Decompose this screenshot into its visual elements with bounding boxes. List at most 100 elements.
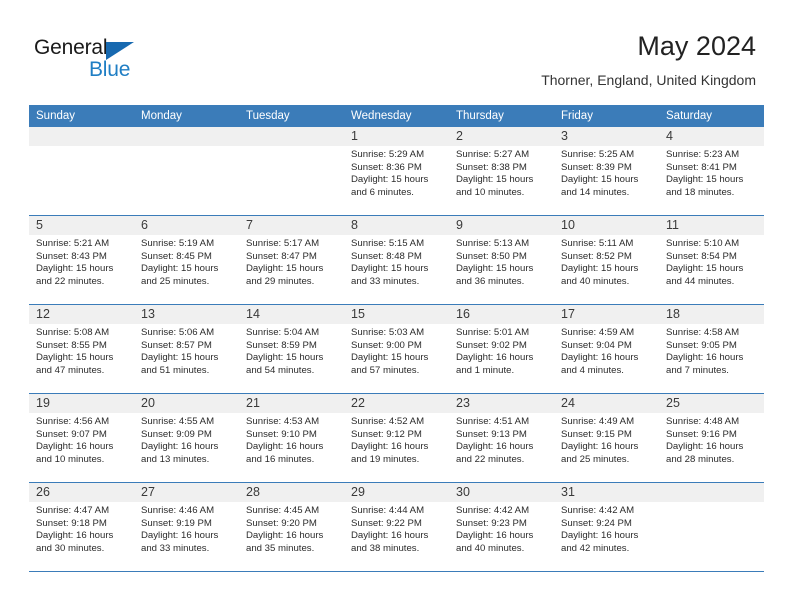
day-info: Sunrise: 5:03 AM Sunset: 9:00 PM Daylight:…	[344, 324, 449, 383]
sunrise-text: Sunrise: 4:51 AM	[456, 416, 530, 427]
day-number: 18	[666, 307, 680, 321]
calendar-day-cell[interactable]: 14 Sunrise: 5:04 AM Sunset: 8:59 PM Dayligh…	[239, 305, 344, 393]
calendar-day-cell[interactable]: 20 Sunrise: 4:55 AM Sunset: 9:09 PM Dayligh…	[134, 394, 239, 482]
calendar-day-cell[interactable]: 23 Sunrise: 4:51 AM Sunset: 9:13 PM Dayligh…	[449, 394, 554, 482]
day-number: 4	[666, 129, 673, 143]
day-info: Sunrise: 4:58 AM Sunset: 9:05 PM Daylight:…	[659, 324, 764, 383]
day-number-band: 27	[134, 483, 239, 502]
daylight-text: Daylight: 16 hours and 10 minutes.	[36, 441, 114, 465]
day-number: 7	[246, 218, 253, 232]
day-number-band	[29, 127, 134, 146]
calendar-day-cell[interactable]: 16 Sunrise: 5:01 AM Sunset: 9:02 PM Dayligh…	[449, 305, 554, 393]
calendar-day-cell[interactable]: 8 Sunrise: 5:15 AM Sunset: 8:48 PM Daylight…	[344, 216, 449, 304]
daylight-text: Daylight: 16 hours and 1 minute.	[456, 352, 534, 376]
sunrise-text: Sunrise: 5:13 AM	[456, 238, 530, 249]
day-number: 29	[351, 485, 365, 499]
calendar-day-cell[interactable]: 7 Sunrise: 5:17 AM Sunset: 8:47 PM Daylight…	[239, 216, 344, 304]
daylight-text: Daylight: 16 hours and 13 minutes.	[141, 441, 219, 465]
sunrise-text: Sunrise: 5:10 AM	[666, 238, 740, 249]
daylight-text: Daylight: 16 hours and 4 minutes.	[561, 352, 639, 376]
day-info: Sunrise: 5:27 AM Sunset: 8:38 PM Daylight:…	[449, 146, 554, 205]
calendar-day-cell[interactable]: 15 Sunrise: 5:03 AM Sunset: 9:00 PM Dayligh…	[344, 305, 449, 393]
sunrise-text: Sunrise: 5:11 AM	[561, 238, 634, 249]
calendar-day-cell[interactable]: 28 Sunrise: 4:45 AM Sunset: 9:20 PM Dayligh…	[239, 483, 344, 571]
sunrise-text: Sunrise: 5:08 AM	[36, 327, 110, 338]
day-info: Sunrise: 5:21 AM Sunset: 8:43 PM Daylight:…	[29, 235, 134, 294]
calendar-day-cell[interactable]: 1 Sunrise: 5:29 AM Sunset: 8:36 PM Daylight…	[344, 127, 449, 215]
calendar-day-cell[interactable]: 10 Sunrise: 5:11 AM Sunset: 8:52 PM Dayligh…	[554, 216, 659, 304]
day-number-band: 6	[134, 216, 239, 235]
day-number-band: 23	[449, 394, 554, 413]
calendar-day-cell-empty	[659, 483, 764, 571]
calendar-day-cell[interactable]: 9 Sunrise: 5:13 AM Sunset: 8:50 PM Daylight…	[449, 216, 554, 304]
day-info: Sunrise: 4:55 AM Sunset: 9:09 PM Daylight:…	[134, 413, 239, 472]
daylight-text: Daylight: 15 hours and 6 minutes.	[351, 174, 429, 198]
sunrise-text: Sunrise: 5:06 AM	[141, 327, 215, 338]
calendar-day-cell[interactable]: 27 Sunrise: 4:46 AM Sunset: 9:19 PM Dayligh…	[134, 483, 239, 571]
day-number: 30	[456, 485, 470, 499]
page-title: May 2024	[637, 31, 756, 61]
day-number-band: 31	[554, 483, 659, 502]
day-number-band: 13	[134, 305, 239, 324]
sunset-text: Sunset: 9:23 PM	[456, 517, 527, 529]
calendar-day-cell[interactable]: 13 Sunrise: 5:06 AM Sunset: 8:57 PM Dayligh…	[134, 305, 239, 393]
calendar-day-cell[interactable]: 5 Sunrise: 5:21 AM Sunset: 8:43 PM Daylight…	[29, 216, 134, 304]
day-number-band: 26	[29, 483, 134, 502]
day-info: Sunrise: 5:19 AM Sunset: 8:45 PM Daylight:…	[134, 235, 239, 294]
day-number: 22	[351, 396, 365, 410]
sunrise-text: Sunrise: 4:58 AM	[666, 327, 740, 338]
page-subtitle: Thorner, England, United Kingdom	[541, 72, 756, 88]
sunrise-text: Sunrise: 5:21 AM	[36, 238, 110, 249]
calendar-day-cell[interactable]: 4 Sunrise: 5:23 AM Sunset: 8:41 PM Daylight…	[659, 127, 764, 215]
calendar-day-cell[interactable]: 18 Sunrise: 4:58 AM Sunset: 9:05 PM Dayligh…	[659, 305, 764, 393]
calendar-day-cell[interactable]: 19 Sunrise: 4:56 AM Sunset: 9:07 PM Dayligh…	[29, 394, 134, 482]
calendar-day-cell[interactable]: 24 Sunrise: 4:49 AM Sunset: 9:15 PM Dayligh…	[554, 394, 659, 482]
sunset-text: Sunset: 8:48 PM	[351, 250, 422, 262]
calendar-day-cell[interactable]: 30 Sunrise: 4:42 AM Sunset: 9:23 PM Dayligh…	[449, 483, 554, 571]
day-number-band	[659, 483, 764, 502]
calendar-day-cell-empty	[239, 127, 344, 215]
day-info: Sunrise: 5:17 AM Sunset: 8:47 PM Daylight:…	[239, 235, 344, 294]
calendar-day-cell[interactable]: 3 Sunrise: 5:25 AM Sunset: 8:39 PM Daylight…	[554, 127, 659, 215]
calendar-day-cell[interactable]: 2 Sunrise: 5:27 AM Sunset: 8:38 PM Daylight…	[449, 127, 554, 215]
calendar-day-cell[interactable]: 17 Sunrise: 4:59 AM Sunset: 9:04 PM Dayligh…	[554, 305, 659, 393]
day-number: 20	[141, 396, 155, 410]
sunset-text: Sunset: 9:12 PM	[351, 428, 422, 440]
title-block: May 2024 Thorner, England, United Kingdo…	[541, 30, 756, 90]
daylight-text: Daylight: 16 hours and 30 minutes.	[36, 530, 114, 554]
day-info: Sunrise: 5:23 AM Sunset: 8:41 PM Daylight:…	[659, 146, 764, 205]
day-number: 27	[141, 485, 155, 499]
calendar-day-cell[interactable]: 11 Sunrise: 5:10 AM Sunset: 8:54 PM Dayligh…	[659, 216, 764, 304]
calendar-day-cell[interactable]: 6 Sunrise: 5:19 AM Sunset: 8:45 PM Daylight…	[134, 216, 239, 304]
day-number-band: 3	[554, 127, 659, 146]
day-info: Sunrise: 5:01 AM Sunset: 9:02 PM Daylight:…	[449, 324, 554, 383]
calendar-day-cell[interactable]: 25 Sunrise: 4:48 AM Sunset: 9:16 PM Dayligh…	[659, 394, 764, 482]
day-number-band: 30	[449, 483, 554, 502]
sunrise-text: Sunrise: 4:42 AM	[561, 505, 635, 516]
daylight-text: Daylight: 15 hours and 33 minutes.	[351, 263, 429, 287]
calendar-day-cell[interactable]: 29 Sunrise: 4:44 AM Sunset: 9:22 PM Dayligh…	[344, 483, 449, 571]
sunrise-text: Sunrise: 5:27 AM	[456, 149, 530, 160]
day-number-band	[134, 127, 239, 146]
day-number-band	[239, 127, 344, 146]
day-number: 31	[561, 485, 575, 499]
day-number-band: 28	[239, 483, 344, 502]
calendar-day-cell[interactable]: 21 Sunrise: 4:53 AM Sunset: 9:10 PM Dayligh…	[239, 394, 344, 482]
page-header: General Blue May 2024 Thorner, England, …	[0, 0, 792, 100]
calendar-day-cell[interactable]: 31 Sunrise: 4:42 AM Sunset: 9:24 PM Dayligh…	[554, 483, 659, 571]
day-number-band: 19	[29, 394, 134, 413]
calendar-day-cell[interactable]: 26 Sunrise: 4:47 AM Sunset: 9:18 PM Dayligh…	[29, 483, 134, 571]
daylight-text: Daylight: 16 hours and 40 minutes.	[456, 530, 534, 554]
sunset-text: Sunset: 9:04 PM	[561, 339, 632, 351]
sunrise-text: Sunrise: 5:15 AM	[351, 238, 425, 249]
calendar-day-cell[interactable]: 22 Sunrise: 4:52 AM Sunset: 9:12 PM Dayligh…	[344, 394, 449, 482]
sunset-text: Sunset: 8:36 PM	[351, 161, 422, 173]
daylight-text: Daylight: 16 hours and 25 minutes.	[561, 441, 639, 465]
sunset-text: Sunset: 9:18 PM	[36, 517, 107, 529]
day-number: 10	[561, 218, 575, 232]
sunrise-text: Sunrise: 5:23 AM	[666, 149, 740, 160]
generalblue-logo[interactable]: General Blue	[34, 36, 164, 84]
calendar-day-cell[interactable]: 12 Sunrise: 5:08 AM Sunset: 8:55 PM Dayligh…	[29, 305, 134, 393]
day-number-band: 16	[449, 305, 554, 324]
sunset-text: Sunset: 8:39 PM	[561, 161, 632, 173]
